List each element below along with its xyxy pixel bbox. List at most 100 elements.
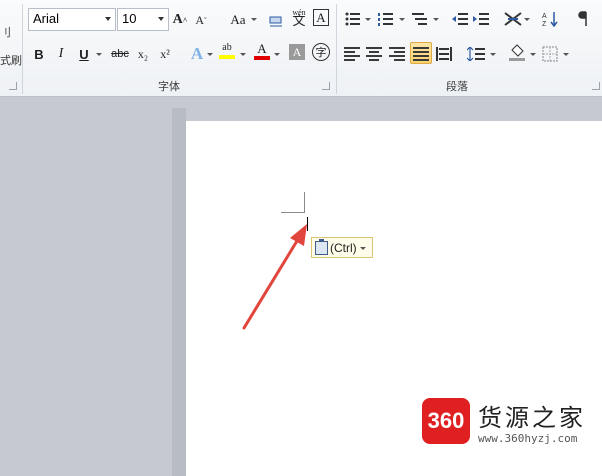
- decrease-indent-button[interactable]: [451, 8, 469, 30]
- font-size-value: 10: [122, 11, 137, 26]
- highlight-color-swatch: [219, 55, 235, 59]
- grow-font-button[interactable]: A ^: [172, 9, 188, 31]
- bold-icon: B: [34, 46, 44, 62]
- shrink-font-button[interactable]: Aˇ: [193, 9, 209, 31]
- paragraph-mark-icon: [578, 11, 587, 26]
- sort-button[interactable]: AZ: [541, 8, 559, 30]
- group-label-font: 字体: [158, 80, 180, 93]
- watermark-url: www.360hyzj.com: [478, 432, 578, 445]
- superscript-button[interactable]: x²: [157, 43, 173, 65]
- chevron-down-icon: [399, 18, 405, 21]
- group-separator: [336, 4, 337, 94]
- superscript-icon: x²: [160, 46, 170, 61]
- strikethrough-icon: abc: [111, 48, 129, 60]
- chevron-down-icon: [274, 53, 280, 56]
- phonetic-char: 文: [292, 14, 306, 29]
- watermark: 360 货源之家 www.360hyzj.com: [418, 396, 602, 456]
- chinese-layout-button[interactable]: [503, 8, 523, 30]
- clipboard-launcher-icon[interactable]: [9, 82, 17, 90]
- grow-font-icon: A: [172, 12, 183, 27]
- font-color-swatch: [254, 56, 270, 60]
- font-dialog-launcher-icon[interactable]: [322, 82, 330, 90]
- text-effect-icon: A: [190, 44, 204, 63]
- subscript-button[interactable]: x₂: [135, 43, 151, 65]
- char-shading-icon: A: [292, 44, 302, 59]
- format-painter-partial[interactable]: 式刷: [0, 52, 22, 68]
- ribbon: 刂 式刷 Arial 10 A ^ Aˇ Aa wén 文 A B I U abc…: [0, 0, 602, 97]
- svg-text:A: A: [542, 13, 547, 20]
- watermark-title: 货源之家: [478, 404, 586, 432]
- change-case-icon: Aa: [230, 12, 246, 27]
- character-border-button[interactable]: A: [313, 9, 329, 26]
- group-label-paragraph: 段落: [446, 80, 468, 93]
- sort-icon: AZ: [542, 12, 558, 27]
- chevron-down-icon: [530, 53, 536, 56]
- character-shading-button[interactable]: A: [289, 44, 305, 60]
- font-name-combo[interactable]: Arial: [28, 8, 116, 31]
- distributed-button[interactable]: [435, 43, 453, 65]
- paste-options-button[interactable]: (Ctrl): [311, 237, 373, 258]
- chevron-down-icon: [251, 18, 257, 21]
- font-size-combo[interactable]: 10: [117, 8, 169, 31]
- enclose-characters-button[interactable]: 字: [312, 43, 330, 61]
- justify-icon-wrap: [412, 43, 430, 65]
- chevron-down-icon: [490, 53, 496, 56]
- bold-button[interactable]: B: [31, 43, 47, 65]
- watermark-logo: 360: [422, 398, 470, 444]
- line-spacing-icon: [467, 47, 485, 61]
- chevron-down-icon: [359, 247, 366, 250]
- chevron-down-icon: [207, 53, 213, 56]
- multilevel-list-button[interactable]: [410, 8, 430, 30]
- increase-indent-icon: [473, 13, 489, 25]
- align-left-icon: [344, 47, 360, 61]
- chevron-down-icon: [240, 53, 246, 56]
- font-color-icon: A: [257, 41, 267, 56]
- subscript-icon: x₂: [137, 46, 149, 61]
- paragraph-dialog-launcher-icon[interactable]: [592, 82, 600, 90]
- bullets-button[interactable]: [343, 8, 363, 30]
- align-center-icon: [366, 47, 382, 61]
- distributed-icon: [436, 47, 452, 61]
- change-case-button[interactable]: Aa: [225, 9, 251, 31]
- chevron-down-icon: [433, 18, 439, 21]
- svg-text:Z: Z: [542, 21, 547, 27]
- red-arrow-annotation: [242, 224, 307, 330]
- borders-icon: [542, 46, 558, 62]
- enclose-char-icon: 字: [315, 46, 327, 59]
- justify-icon: [413, 47, 429, 61]
- highlight-icon: ab: [222, 42, 232, 53]
- chevron-down-icon: [105, 17, 111, 21]
- chevron-down-icon: [524, 18, 530, 21]
- increase-indent-button[interactable]: [472, 8, 490, 30]
- show-marks-button[interactable]: [576, 8, 592, 30]
- margin-corner-mark: [281, 192, 305, 213]
- line-spacing-button[interactable]: [466, 43, 486, 65]
- format-painter-partial-top[interactable]: 刂: [0, 24, 11, 40]
- strikethrough-button[interactable]: abc: [109, 43, 131, 65]
- shrink-font-icon: A: [195, 12, 204, 27]
- highlight-button[interactable]: ab: [217, 40, 237, 62]
- clear-format-button[interactable]: [267, 9, 285, 31]
- chevron-down-icon: [365, 18, 371, 21]
- align-center-button[interactable]: [365, 43, 383, 65]
- paste-options-label: (Ctrl): [330, 240, 357, 255]
- italic-button[interactable]: I: [53, 43, 69, 65]
- align-left-button[interactable]: [343, 43, 361, 65]
- font-color-button[interactable]: A: [253, 40, 271, 62]
- chevron-down-icon: [563, 53, 569, 56]
- underline-icon: U: [79, 46, 89, 62]
- align-right-icon: [389, 47, 405, 61]
- chinese-layout-icon: [504, 12, 522, 26]
- shading-button[interactable]: [507, 42, 527, 64]
- page-shadow: [172, 108, 186, 476]
- align-right-button[interactable]: [388, 43, 406, 65]
- borders-button[interactable]: [541, 43, 559, 65]
- text-effect-button[interactable]: A: [188, 43, 206, 65]
- phonetic-guide-button[interactable]: wén 文: [288, 6, 310, 28]
- eraser-icon: [269, 16, 282, 27]
- paint-bucket-icon: [509, 44, 525, 61]
- chevron-down-icon: [158, 17, 164, 21]
- chevron-down-icon: [96, 53, 102, 56]
- underline-button[interactable]: U: [77, 43, 91, 65]
- numbering-button[interactable]: [376, 8, 396, 30]
